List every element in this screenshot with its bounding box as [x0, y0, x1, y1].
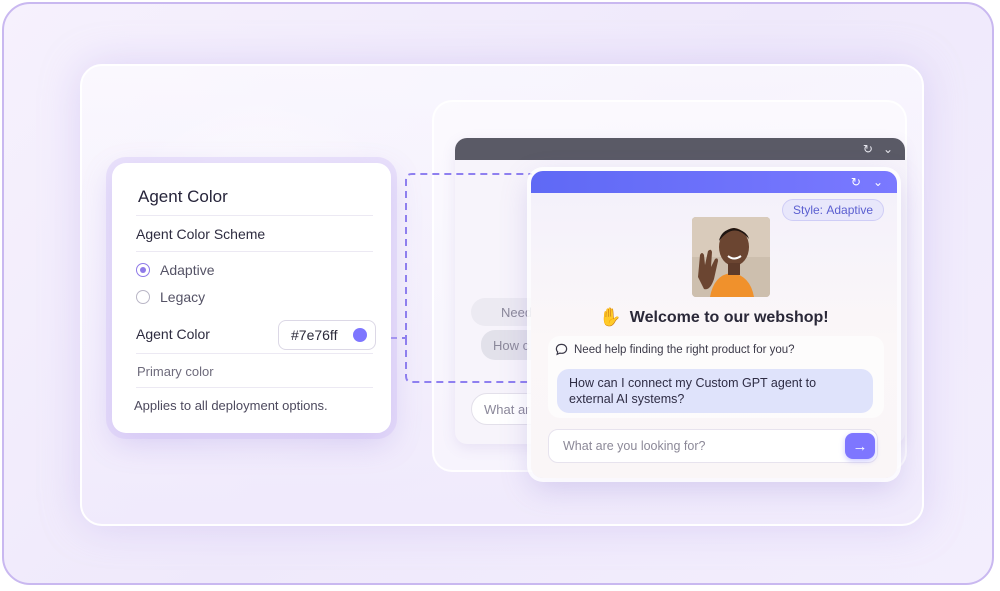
applies-note: Applies to all deployment options. [134, 398, 328, 413]
divider [136, 353, 373, 354]
color-value-text: #7e76ff [291, 327, 338, 343]
style-badge-value: Adaptive [826, 203, 874, 217]
agent-color-settings-card: Agent Color Agent Color Scheme Adaptive … [112, 163, 391, 433]
send-button[interactable]: → [845, 433, 875, 459]
radio-option-legacy[interactable]: Legacy [136, 289, 205, 305]
color-value-input[interactable]: #7e76ff [278, 320, 376, 350]
radio-button-selected[interactable] [136, 263, 150, 277]
chat-widget: ↻ ⌄ Style: Adaptive ✋ Welcome to our web… [531, 171, 897, 478]
color-swatch[interactable] [353, 328, 367, 342]
radio-option-adaptive[interactable]: Adaptive [136, 262, 214, 278]
chat-input[interactable]: What are you looking for? [548, 429, 878, 463]
style-badge: Style: Adaptive [782, 199, 885, 221]
agent-avatar [692, 217, 770, 297]
agent-message-text: Need help finding the right product for … [574, 343, 795, 356]
divider [136, 251, 373, 252]
radio-label: Legacy [160, 289, 206, 305]
user-message-bubble: How can I connect my Custom GPT agent to… [557, 369, 873, 413]
refresh-icon[interactable]: ↻ [851, 176, 861, 188]
user-message-text: How can I connect my Custom GPT agent to… [569, 376, 817, 406]
radio-button[interactable] [136, 290, 150, 304]
agent-color-label: Agent Color [136, 326, 210, 342]
chat-input-placeholder: What are you looking for? [563, 439, 706, 453]
chat-bubble-icon [555, 343, 568, 356]
arrow-right-icon: → [852, 437, 868, 455]
chat-title-bar: ↻ ⌄ [531, 171, 897, 193]
style-badge-prefix: Style: [793, 203, 824, 217]
card-title: Agent Color [138, 187, 228, 206]
avatar-illustration [692, 217, 770, 297]
chevron-down-icon[interactable]: ⌄ [873, 176, 883, 188]
primary-color-label: Primary color [137, 364, 214, 379]
agent-message: Need help finding the right product for … [555, 343, 795, 356]
divider [136, 387, 373, 388]
radio-label: Adaptive [160, 262, 215, 278]
welcome-text: Welcome to our webshop! [629, 308, 829, 326]
waving-hand-icon: ✋ [599, 307, 622, 327]
welcome-heading: ✋ Welcome to our webshop! [531, 307, 897, 328]
divider [136, 215, 373, 216]
connector-top [378, 173, 532, 339]
scheme-label: Agent Color Scheme [136, 226, 266, 242]
